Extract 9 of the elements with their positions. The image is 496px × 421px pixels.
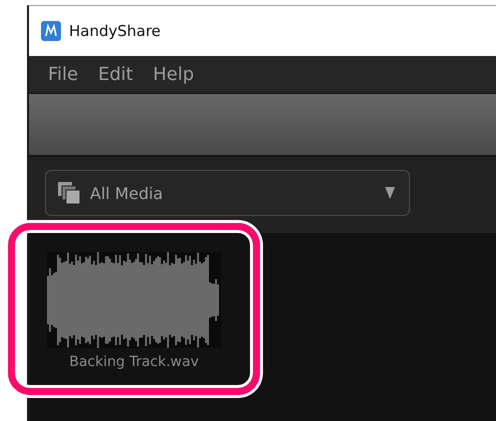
stacked-pages-icon — [58, 182, 80, 204]
media-filter-dropdown[interactable]: All Media — [45, 170, 410, 216]
menu-item[interactable]: File — [48, 64, 78, 85]
file-name: Backing Track.wav — [69, 354, 199, 370]
menu-item[interactable]: Help — [152, 64, 194, 85]
menu-item[interactable]: Edit — [98, 64, 133, 85]
caret-icon — [385, 187, 395, 199]
app-logo-icon — [41, 21, 61, 41]
window-title: HandyShare — [69, 22, 161, 40]
